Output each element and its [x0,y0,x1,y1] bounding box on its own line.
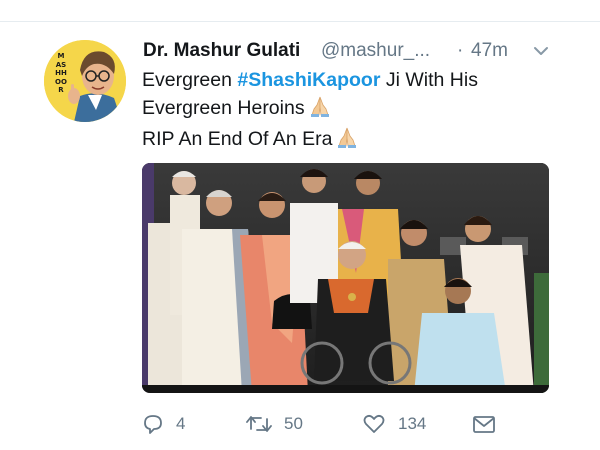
text-prefix: Evergreen [142,69,238,91]
envelope-icon [473,416,495,433]
like-count: 134 [398,414,427,433]
tweet[interactable]: MASHHOOR Dr. Mashur Gulati @mashur_... ·… [0,22,600,450]
tweet-header: Dr. Mashur Gulati @mashur_... · 47m [143,38,563,64]
avatar[interactable]: MASHHOOR [44,40,126,122]
retweet-button[interactable]: 50 [246,410,303,438]
retweet-icon [246,416,272,432]
group-photo [142,163,549,393]
retweet-count: 50 [284,414,303,433]
tweet-text-line-2: Evergreen Heroins [142,94,562,125]
text-suffix: Ji With His [380,69,478,91]
folded-hands-icon [336,126,358,156]
text-line-2: Evergreen Heroins [142,97,305,119]
separator-dot: · [457,40,464,61]
handle[interactable]: @mashur_... [321,38,430,64]
reply-button[interactable]: 4 [142,410,185,438]
display-name[interactable]: Dr. Mashur Gulati [143,38,300,64]
tweet-text-line-1: Evergreen #ShashiKapoor Ji With His [142,66,562,94]
text-line-3: RIP An End Of An Era [142,128,333,150]
hashtag-link[interactable]: #ShashiKapoor [237,69,380,91]
reply-count: 4 [176,414,186,433]
chevron-down-icon[interactable] [532,42,550,60]
tweet-text: Evergreen #ShashiKapoor Ji With His Ever… [142,66,562,156]
folded-hands-icon [309,95,331,125]
tweet-text-line-3: RIP An End Of An Era [142,125,562,156]
like-button[interactable]: 134 [362,410,426,438]
heart-icon [363,414,385,433]
avatar-text: MASHHOOR [55,52,67,94]
tweet-photo[interactable] [142,163,549,393]
direct-message-button[interactable] [472,410,496,438]
tweet-actions: 4 50 134 [142,410,562,438]
timestamp[interactable]: 47m [471,38,508,64]
reply-icon [144,415,162,434]
